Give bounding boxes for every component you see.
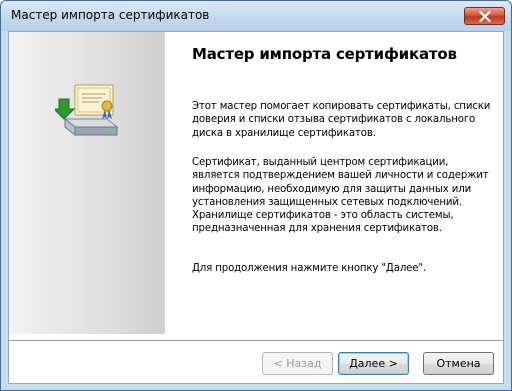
description-paragraph-1: Этот мастер помогает копировать сертифик… [192, 101, 491, 139]
close-button[interactable] [464, 7, 505, 25]
back-button[interactable]: < Назад [262, 352, 333, 375]
wizard-side-panel [9, 32, 165, 334]
description-paragraph-2: Сертификат, выданный центром сертификаци… [192, 157, 489, 235]
button-divider [9, 340, 503, 342]
window-title: Мастер импорта сертификатов [11, 8, 210, 22]
next-button[interactable]: Далее > [338, 352, 409, 375]
close-icon [479, 11, 491, 22]
page-heading: Мастер импорта сертификатов [192, 45, 457, 63]
wizard-window: Мастер импорта сертификатов Мастер импор… [0, 0, 512, 391]
title-bar[interactable]: Мастер импорта сертификатов [1, 1, 511, 31]
cancel-button[interactable]: Отмена [423, 352, 494, 375]
description-paragraph-3: Для продолжения нажмите кнопку "Далее". [192, 263, 427, 274]
wizard-client-area: Мастер импорта сертификатов Этот мастер … [8, 31, 504, 384]
certificate-import-icon [55, 84, 119, 137]
